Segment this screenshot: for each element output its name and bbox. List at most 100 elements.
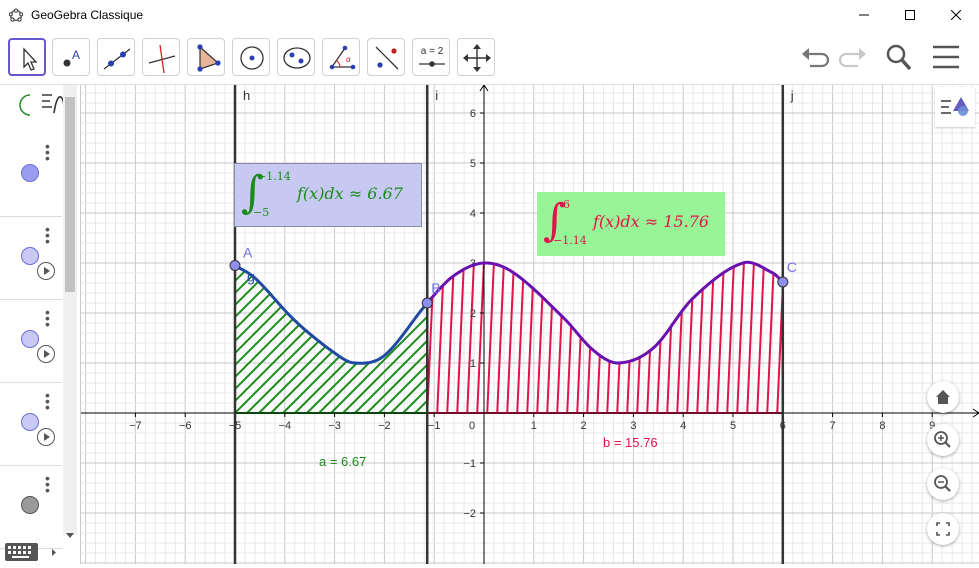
home-icon — [936, 390, 950, 404]
svg-text:α: α — [346, 55, 351, 64]
integral-expression: f(x)dx ≈ 15.76 — [593, 212, 710, 231]
play-animation-icon[interactable] — [37, 345, 55, 363]
visibility-toggle-icon[interactable] — [21, 330, 39, 348]
main-menu-button[interactable] — [929, 42, 963, 72]
algebra-row[interactable]: • • • — [0, 133, 62, 217]
visibility-toggle-icon[interactable] — [21, 247, 39, 265]
line-tool-button[interactable] — [97, 38, 135, 76]
zoom-in-button[interactable] — [927, 424, 959, 456]
algebra-scrollbar[interactable] — [63, 85, 77, 538]
circle-tool-button[interactable] — [232, 38, 270, 76]
algebra-row[interactable]: • • • — [0, 465, 62, 549]
visibility-toggle-icon[interactable] — [21, 413, 39, 431]
close-button[interactable] — [933, 0, 979, 30]
integral-lower-bound: −5 — [253, 206, 270, 219]
y-tick-label: 4 — [470, 208, 476, 220]
undo-icon — [802, 48, 830, 68]
toolbar: A α a = 2 — [0, 32, 979, 85]
line-label-h: h — [243, 88, 250, 103]
perpendicular-line-icon — [148, 44, 176, 74]
algebra-row[interactable]: • • • — [0, 382, 62, 466]
graphics-view[interactable]: −7−6−5−4−3−2−10123456789−2−1123456 hij A… — [81, 85, 979, 564]
more-options-icon[interactable]: • • • — [45, 305, 50, 331]
window-title: GeoGebra Classique — [31, 8, 144, 22]
style-bar-toggle-button[interactable] — [935, 87, 975, 127]
more-options-icon[interactable]: • • • — [45, 139, 50, 165]
conic-tool-button[interactable] — [277, 38, 315, 76]
point-icon: A — [63, 48, 80, 67]
vertical-lines[interactable]: h i j — [233, 85, 794, 564]
fullscreen-button[interactable] — [927, 513, 959, 545]
zoom-in-icon — [934, 431, 951, 448]
y-tick-label: 5 — [470, 158, 476, 170]
play-animation-icon[interactable] — [37, 428, 55, 446]
point-tool-button[interactable]: A — [52, 38, 90, 76]
graphics-canvas[interactable]: −7−6−5−4−3−2−10123456789−2−1123456 hij A… — [81, 85, 979, 564]
visibility-toggle-icon[interactable] — [21, 164, 39, 182]
algebra-row[interactable]: • • • — [0, 299, 62, 383]
slider-icon — [419, 61, 445, 67]
keyboard-button[interactable] — [4, 541, 60, 563]
geogebra-logo-icon — [9, 8, 23, 22]
more-options-icon[interactable]: • • • — [45, 222, 50, 248]
play-animation-icon[interactable] — [37, 262, 55, 280]
x-tick-label: −1 — [428, 420, 441, 432]
visibility-toggle-icon[interactable] — [21, 496, 39, 514]
ellipse-icon — [283, 47, 311, 69]
fullscreen-icon — [936, 522, 950, 536]
point-label-C: C — [787, 259, 797, 275]
scroll-down-arrow-icon[interactable] — [63, 531, 77, 541]
point-A[interactable] — [229, 260, 241, 271]
minimize-button[interactable] — [841, 0, 887, 30]
x-tick-label: −7 — [129, 420, 142, 432]
integral-upper-bound: 6 — [563, 198, 570, 211]
integral-box-b[interactable]: ∫ 6 −1.14 f(x)dx ≈ 15.76 — [537, 192, 725, 256]
zoom-out-button[interactable] — [927, 468, 959, 500]
y-tick-label: −2 — [463, 508, 476, 520]
x-tick-label: −6 — [179, 420, 192, 432]
y-tick-label: 1 — [470, 358, 476, 370]
point-C[interactable] — [777, 276, 789, 288]
search-button[interactable] — [882, 42, 916, 72]
function-label-g: g — [247, 269, 255, 285]
move-graphics-tool-button[interactable] — [457, 38, 495, 76]
point-label-B: B — [431, 280, 440, 296]
integral-value-b[interactable]: b = 15.76 — [603, 435, 658, 450]
x-tick-label: 5 — [730, 420, 736, 432]
standard-view-button[interactable] — [927, 381, 959, 413]
keyboard-icon — [5, 543, 56, 561]
redo-button[interactable] — [836, 42, 870, 72]
polygon-tool-button[interactable] — [187, 38, 225, 76]
algebra-row[interactable]: • • • — [0, 216, 62, 300]
angle-tool-button[interactable]: α — [322, 38, 360, 76]
title-bar: GeoGebra Classique — [0, 0, 979, 32]
cursor-arrow-icon — [23, 47, 38, 71]
x-tick-label: 8 — [879, 420, 885, 432]
y-tick-label: 6 — [470, 108, 476, 120]
slider-tool-button[interactable]: a = 2 — [412, 38, 450, 76]
line-label-j: j — [790, 88, 794, 103]
circle-center-icon — [240, 46, 264, 70]
maximize-button[interactable] — [887, 0, 933, 30]
move-arrows-icon — [463, 44, 491, 72]
more-options-icon[interactable]: • • • — [45, 471, 50, 497]
scrollbar-thumb[interactable] — [65, 97, 75, 292]
axes: −7−6−5−4−3−2−10123456789−2−1123456 — [81, 85, 979, 564]
perpendicular-tool-button[interactable] — [142, 38, 180, 76]
integral-box-a[interactable]: ∫ −1.14 −5 f(x)dx ≈ 6.67 — [234, 163, 422, 227]
x-tick-label: 4 — [680, 420, 686, 432]
undo-button[interactable] — [798, 42, 832, 72]
y-tick-label: −1 — [463, 458, 476, 470]
more-options-icon[interactable]: • • • — [45, 388, 50, 414]
x-tick-label: 2 — [581, 420, 587, 432]
integral-value-a[interactable]: a = 6.67 — [319, 454, 366, 469]
point-B[interactable] — [421, 297, 433, 309]
reflect-tool-button[interactable] — [367, 38, 405, 76]
style-bar-icon — [941, 97, 969, 116]
close-icon — [951, 10, 961, 20]
maximize-icon — [905, 10, 915, 20]
polygon-icon — [197, 44, 221, 72]
reflect-icon — [375, 46, 399, 70]
move-tool-button[interactable] — [8, 38, 46, 76]
x-tick-label: 7 — [830, 420, 836, 432]
